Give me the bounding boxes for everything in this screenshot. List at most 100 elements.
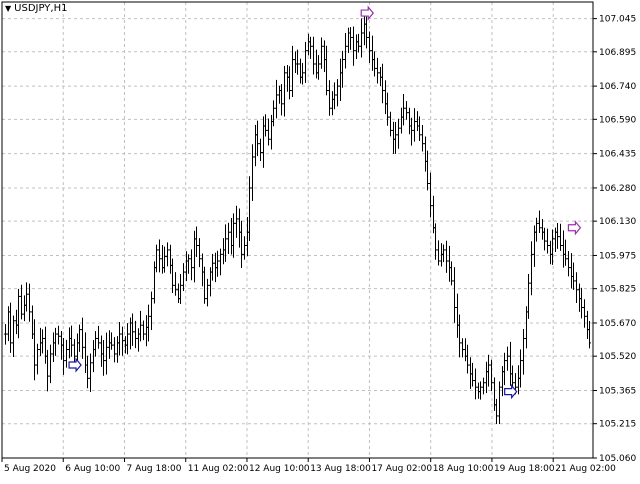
y-tick-label: 105.060 <box>599 454 636 464</box>
ohlc-bar <box>493 377 496 411</box>
ohlc-bar <box>288 66 291 100</box>
ohlc-bar <box>270 114 273 150</box>
chart-window[interactable]: 107.045 106.895 106.740 106.590 106.435 106.2… <box>0 0 640 480</box>
ohlc-bar <box>238 208 241 248</box>
ohlc-bar <box>434 223 437 260</box>
ohlc-bar <box>386 92 389 126</box>
ohlc-bar <box>286 65 289 92</box>
ohlc-bar <box>469 357 472 389</box>
y-tick-label: 106.590 <box>599 115 636 125</box>
ohlc-bar <box>527 274 530 319</box>
ohlc-bar <box>20 284 23 320</box>
y-tick-label: 105.215 <box>599 420 636 430</box>
ohlc-bar <box>580 287 583 319</box>
ohlc-bar <box>232 213 235 258</box>
ohlc-bar <box>179 274 182 305</box>
ohlc-bar <box>177 283 180 304</box>
ohlc-bar <box>485 361 488 394</box>
ohlc-bar <box>384 80 387 115</box>
ohlc-bar <box>41 329 44 354</box>
x-tick-label: 18 Aug 10:00 <box>433 464 494 474</box>
ohlc-bar <box>182 263 185 291</box>
ohlc-bar <box>275 79 278 119</box>
ohlc-bar <box>227 222 230 254</box>
ohlc-bar <box>442 244 445 263</box>
ohlc-bar <box>453 267 456 323</box>
ohlc-bar <box>429 172 432 218</box>
ohlc-bar <box>44 326 47 364</box>
dropdown-triangle-icon[interactable]: ▼ <box>5 4 11 13</box>
ohlc-bar <box>389 111 392 137</box>
ohlc-bar <box>588 320 591 349</box>
ohlc-bar <box>379 67 382 87</box>
ohlc-bar <box>139 310 142 342</box>
ohlc-bar <box>487 354 490 387</box>
ohlc-bar <box>15 309 18 335</box>
ohlc-bar <box>161 245 164 274</box>
ohlc-bar <box>230 217 233 255</box>
ohlc-bar <box>352 26 355 66</box>
ohlc-bar <box>437 240 440 266</box>
y-tick-label: 105.825 <box>599 285 636 295</box>
ohlc-bar <box>464 338 467 362</box>
ohlc-bar <box>315 49 318 79</box>
ohlc-bar <box>222 238 225 265</box>
ohlc-bar <box>456 293 459 338</box>
ohlc-bar <box>341 50 344 88</box>
ohlc-bar <box>108 330 111 359</box>
symbol-label: USDJPY,H1 <box>14 3 68 14</box>
ohlc-bar <box>339 58 342 102</box>
x-tick-label: 12 Aug 10:00 <box>249 464 310 474</box>
ohlc-bar <box>39 327 42 357</box>
ohlc-bar <box>301 63 304 85</box>
time-scale[interactable]: 5 Aug 2020 6 Aug 10:00 7 Aug 18:00 11 Aug 0… <box>4 464 616 474</box>
ohlc-bar <box>195 226 198 257</box>
ohlc-bar <box>312 36 315 75</box>
ohlc-bar <box>408 107 411 135</box>
ohlc-bar <box>474 368 477 400</box>
ohlc-bar <box>163 246 166 273</box>
ohlc-bar <box>134 320 137 349</box>
ohlc-bar <box>400 107 403 134</box>
ohlc-bar <box>562 230 565 268</box>
ohlc-bar <box>416 111 419 131</box>
ohlc-bar <box>206 278 209 307</box>
ohlc-bar <box>294 51 297 74</box>
ohlc-bar <box>264 114 267 137</box>
ohlc-bar <box>328 80 331 116</box>
symbol-title[interactable]: ▼ USDJPY,H1 <box>5 3 67 14</box>
ohlc-bar <box>586 310 589 339</box>
ohlc-bar <box>116 336 119 363</box>
ohlc-bar <box>418 116 421 141</box>
ohlc-bar <box>461 338 464 358</box>
ohlc-bar <box>575 272 578 303</box>
ohlc-bar <box>323 40 326 73</box>
price-scale[interactable]: 107.045 106.895 106.740 106.590 106.435 106.2… <box>599 15 636 464</box>
trade-arrow-icon <box>567 220 582 236</box>
ohlc-bar <box>445 240 448 273</box>
ohlc-bar <box>392 121 395 154</box>
ohlc-bar <box>280 84 283 116</box>
ohlc-bar <box>525 306 528 349</box>
x-tick-label: 19 Aug 18:00 <box>494 464 555 474</box>
ohlc-bar <box>320 37 323 69</box>
ohlc-bar <box>86 355 89 389</box>
ohlc-bar <box>94 331 97 357</box>
ohlc-bar <box>543 227 546 251</box>
y-tick-label: 105.670 <box>599 319 636 329</box>
ohlc-bar <box>506 346 509 371</box>
ohlc-bar <box>28 283 31 322</box>
ohlc-bar <box>262 116 265 168</box>
ohlc-bar <box>203 266 206 304</box>
ohlc-bar <box>559 223 562 251</box>
ohlc-bar <box>570 253 573 289</box>
ohlc-bar <box>355 34 358 60</box>
ohlc-bar <box>198 238 201 268</box>
y-tick-label: 105.975 <box>599 251 636 261</box>
price-chart[interactable]: 107.045 106.895 106.740 106.590 106.435 106.2… <box>0 0 640 480</box>
ohlc-bar <box>100 335 103 367</box>
ohlc-bar <box>567 251 570 277</box>
ohlc-bar <box>448 245 451 282</box>
x-tick-label: 6 Aug 10:00 <box>65 464 120 474</box>
ohlc-bar <box>243 236 246 260</box>
